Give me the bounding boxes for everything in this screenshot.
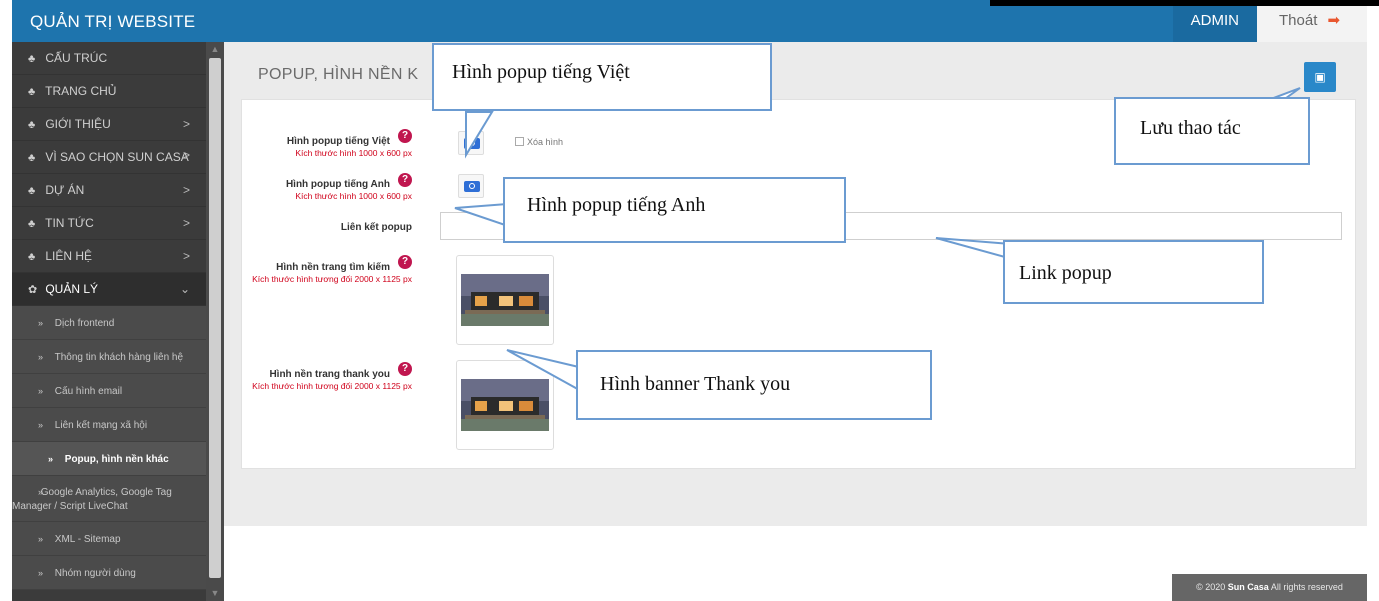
annotation-popup-en: Hình popup tiếng Anh [503,177,846,243]
callout-tail [506,349,584,394]
annotation-popup-vi: Hình popup tiếng Việt [432,43,772,111]
callout-tail [465,111,494,159]
annotation-banner: Hình banner Thank you [576,350,932,420]
annotation-link: Link popup [1003,240,1264,304]
annotation-save: Lưu thao tác [1114,97,1310,165]
